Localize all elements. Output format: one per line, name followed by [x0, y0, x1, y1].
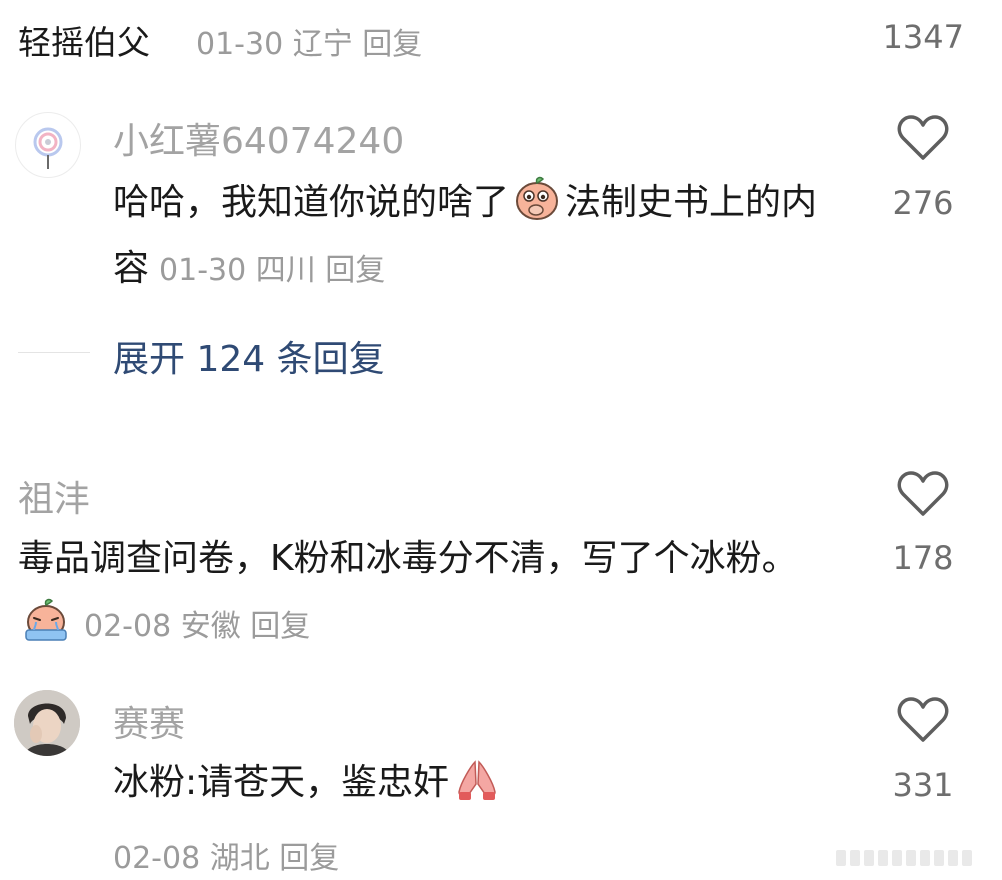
peach-cover-mouth-emoji — [513, 174, 561, 222]
like-count: 1347 — [882, 18, 964, 56]
username[interactable]: 轻摇伯父 — [18, 16, 150, 64]
comment-date: 02-08 — [84, 609, 172, 644]
comment-text-part: 毒品调查问卷，K粉和冰毒分不清，写了个冰粉。 — [18, 538, 798, 579]
comment-location: 湖北 — [209, 841, 270, 876]
peach-crying-emoji — [22, 596, 70, 644]
comment-date: 01-30 — [159, 253, 247, 288]
comment-text-part: 冰粉:请苍天，鉴忠奸 — [113, 762, 450, 803]
avatar[interactable] — [15, 112, 81, 178]
heart-outline-icon[interactable] — [897, 114, 949, 162]
comment-text: 哈哈，我知道你说的啥了 法制史书上的内容 01-30 四川 回复 — [113, 170, 833, 304]
reply-button[interactable]: 回复 — [250, 609, 310, 644]
comments-page: 轻摇伯父 01-30 辽宁 回复 1347 小红薯64074240 哈哈，我知道… — [0, 0, 1002, 880]
reply-button[interactable]: 回复 — [362, 27, 422, 62]
like-count: 178 — [892, 539, 954, 577]
reply-button[interactable]: 回复 — [325, 253, 385, 288]
username[interactable]: 小红薯64074240 — [113, 112, 404, 164]
divider — [18, 352, 90, 353]
reply-button[interactable]: 回复 — [279, 841, 339, 876]
comment-location: 安徽 — [180, 609, 241, 644]
like-count: 276 — [892, 184, 954, 222]
comment-meta: 02-08 湖北 回复 — [113, 833, 339, 877]
comment-meta: 01-30 四川 回复 — [159, 253, 385, 288]
watermark — [836, 850, 972, 866]
comment-date: 02-08 — [113, 841, 201, 876]
comment-location: 四川 — [255, 253, 316, 288]
comment-meta: 02-08 安徽 回复 — [84, 609, 310, 644]
expand-replies-button[interactable]: 展开 124 条回复 — [113, 330, 385, 382]
heart-outline-icon[interactable] — [897, 470, 949, 518]
comment-text: 毒品调查问卷，K粉和冰毒分不清，写了个冰粉。 02-08 安徽 回复 — [18, 526, 818, 660]
username[interactable]: 赛赛 — [113, 695, 185, 747]
avatar[interactable] — [14, 690, 80, 756]
praying-hands-emoji — [453, 754, 501, 802]
username[interactable]: 祖沣 — [18, 470, 90, 522]
heart-outline-icon[interactable] — [897, 696, 949, 744]
like-count: 331 — [892, 766, 954, 804]
comment-meta: 01-30 辽宁 回复 — [196, 19, 422, 63]
comment-date: 01-30 — [196, 27, 284, 62]
comment-location: 辽宁 — [292, 27, 353, 62]
comment-text-part: 哈哈，我知道你说的啥了 — [113, 182, 510, 223]
comment-text: 冰粉:请苍天，鉴忠奸 — [113, 750, 505, 816]
